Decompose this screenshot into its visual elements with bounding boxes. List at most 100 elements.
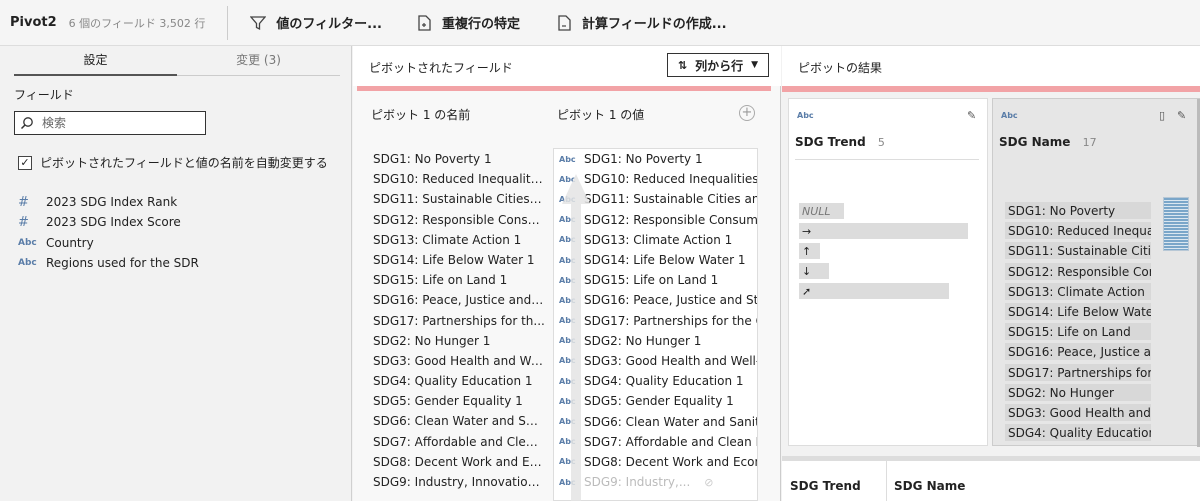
add-pivot-icon[interactable]: +: [739, 105, 755, 121]
sdg-name-value-item[interactable]: SDG12: Responsible Cons: [1005, 262, 1151, 282]
sdg-name-value-item[interactable]: SDG4: Quality Education: [1005, 423, 1151, 443]
columns-to-rows-label: 列から行: [695, 58, 744, 73]
sdg-name-value-item[interactable]: SDG15: Life on Land: [1005, 322, 1151, 342]
field-item[interactable]: # 2023 SDG Index Rank: [18, 192, 199, 212]
pivot-name-item[interactable]: SDG9: Industry, Innovation ...: [373, 475, 545, 495]
calc-document-icon: [556, 14, 572, 31]
field-name: Regions used for the SDR: [46, 256, 199, 271]
pivot-name-item[interactable]: SDG11: Sustainable Cities a...: [373, 192, 545, 212]
hidden-eye-icon[interactable]: ⊘: [704, 476, 713, 489]
sdg-name-value-label: SDG13: Climate Action: [1008, 284, 1145, 299]
pivot-accent-bar: [357, 86, 771, 91]
pivot-name-item[interactable]: SDG1: No Poverty 1: [373, 152, 545, 172]
pivot-name-item[interactable]: SDG16: Peace, Justice and S...: [373, 293, 545, 313]
auto-rename-checkbox[interactable]: ✓: [18, 155, 32, 170]
identify-duplicates-button[interactable]: 重複行の特定: [416, 13, 520, 32]
pivot-name-item[interactable]: SDG17: Partnerships for th...: [373, 314, 545, 334]
string-type-icon: Abc: [797, 111, 814, 120]
string-type-icon: Abc: [1001, 111, 1018, 120]
create-calculated-field-button[interactable]: 計算フィールドの作成...: [556, 13, 727, 32]
value-frequency-bar: [799, 283, 949, 299]
pivot-name-item[interactable]: SDG6: Clean Water and Sani...: [373, 414, 545, 434]
search-input[interactable]: [42, 116, 192, 130]
grid-column-sdg-trend[interactable]: SDG Trend: [790, 479, 861, 493]
sdg-name-value-item[interactable]: SDG10: Reduced Inequaliti: [1005, 221, 1151, 241]
pivot-value-label: SDG14: Life Below Water 1: [584, 253, 746, 268]
document-icon: [416, 14, 432, 31]
sdg-name-value-item[interactable]: SDG2: No Hunger: [1005, 383, 1151, 403]
pivot-name-item[interactable]: SDG4: Quality Education 1: [373, 374, 545, 394]
sdg-name-value-label: SDG15: Life on Land: [1008, 325, 1131, 340]
columns-to-rows-dropdown[interactable]: ⇅ 列から行 ▼: [667, 53, 769, 77]
pivot-results-header: ピボットの結果: [782, 46, 1200, 86]
auto-rename-label: ピボットされたフィールドと値の名前を自動変更する: [40, 156, 328, 170]
card-value-count: 17: [1082, 136, 1097, 149]
trend-values-list: NULL → ↑ ↓ ➚: [799, 201, 968, 301]
tab-settings[interactable]: 設定: [14, 46, 177, 76]
sdg-name-value-item[interactable]: SDG1: No Poverty: [1005, 201, 1151, 221]
string-type-icon: Abc: [559, 154, 576, 164]
sdg-name-value-item[interactable]: SDG3: Good Health and W: [1005, 403, 1151, 423]
trend-value-item[interactable]: →: [799, 221, 968, 241]
filter-values-label: 値のフィルター...: [276, 17, 382, 32]
data-grid-header: SDG Trend SDG Name: [782, 456, 1200, 501]
trend-value-item[interactable]: ↑: [799, 241, 831, 261]
number-type-icon: #: [18, 214, 29, 230]
field-item[interactable]: Abc Regions used for the SDR: [18, 253, 199, 273]
pivot-value-item[interactable]: Abc SDG1: No Poverty 1: [554, 149, 757, 169]
trend-value-label: ↑: [802, 244, 812, 258]
pivot-name-item[interactable]: SDG2: No Hunger 1: [373, 334, 545, 354]
card-field-label: SDG Name: [999, 135, 1071, 149]
sdg-name-value-item[interactable]: SDG14: Life Below Water: [1005, 302, 1151, 322]
pivot-value-label: SDG5: Gender Equality 1: [584, 394, 734, 409]
pivot-name-item[interactable]: SDG8: Decent Work and Eco...: [373, 455, 545, 475]
trend-value-item[interactable]: ➚: [799, 281, 949, 301]
auto-rename-option[interactable]: ✓ ピボットされたフィールドと値の名前を自動変更する: [18, 154, 328, 171]
profile-card-sdg-trend[interactable]: Abc ✎ SDG Trend 5 NULL → ↑ ↓ ➚: [788, 98, 988, 446]
pivot-value-label: SDG7: Affordable and Clean Er: [584, 434, 758, 449]
distribution-histogram: [1163, 197, 1189, 251]
field-item[interactable]: Abc Country: [18, 233, 199, 253]
step-title: Pivot2: [10, 15, 57, 30]
tab-changes[interactable]: 変更 (3): [177, 46, 340, 76]
sdg-name-value-item[interactable]: SDG11: Sustainable Cities: [1005, 241, 1151, 261]
trend-value-item[interactable]: ↓: [799, 261, 831, 281]
pivot-name-item[interactable]: SDG5: Gender Equality 1: [373, 394, 545, 414]
panel-tabs: 設定 変更 (3): [14, 46, 340, 76]
pivot-name-item[interactable]: SDG7: Affordable and Clean ...: [373, 435, 545, 455]
drop-arrow-icon: [562, 174, 590, 501]
sdg-name-value-item[interactable]: SDG17: Partnerships for t: [1005, 363, 1151, 383]
filter-values-button[interactable]: 値のフィルター...: [250, 13, 382, 32]
create-calculated-field-label: 計算フィールドの作成...: [582, 17, 727, 32]
pivot-name-item[interactable]: SDG13: Climate Action 1: [373, 233, 545, 253]
card-value-count: 5: [877, 136, 885, 149]
pivot-value-label: SDG15: Life on Land 1: [584, 273, 719, 288]
trend-value-item[interactable]: NULL: [799, 201, 844, 221]
field-search[interactable]: [14, 111, 206, 135]
pivot-name-item[interactable]: SDG3: Good Health and Wel...: [373, 354, 545, 374]
sdg-name-value-item[interactable]: SDG13: Climate Action: [1005, 282, 1151, 302]
edit-icon[interactable]: ✎: [1177, 109, 1186, 122]
pivot-name-item[interactable]: SDG15: Life on Land 1: [373, 273, 545, 293]
field-name: 2023 SDG Index Rank: [46, 195, 178, 210]
sdg-name-value-label: SDG11: Sustainable Cities: [1008, 244, 1151, 259]
edit-icon[interactable]: ✎: [967, 109, 976, 122]
trend-value-label: NULL: [802, 204, 831, 218]
document-icon[interactable]: ▯: [1159, 109, 1165, 122]
pivoted-fields-panel: ピボットされたフィールド ⇅ 列から行 ▼ ピボット 1 の名前 ピボット 1 …: [353, 46, 781, 501]
fields-section-label: フィールド: [14, 88, 74, 102]
pivoted-fields-header: ピボットされたフィールド ⇅ 列から行 ▼: [353, 46, 781, 86]
pivot-name-item[interactable]: SDG12: Responsible Consu...: [373, 213, 545, 233]
search-icon: [20, 116, 34, 130]
pivot-value-label: SDG11: Sustainable Cities and: [584, 192, 758, 207]
pivot-name-item[interactable]: SDG10: Reduced Inequalitie...: [373, 172, 545, 192]
sdg-name-value-label: SDG14: Life Below Water: [1008, 305, 1151, 320]
profile-card-sdg-name[interactable]: Abc ▯ ✎ SDG Name 17 SDG1: No Poverty SDG1…: [992, 98, 1200, 447]
pivot-name-item[interactable]: SDG14: Life Below Water 1: [373, 253, 545, 273]
number-type-icon: #: [18, 194, 29, 210]
grid-column-sdg-name[interactable]: SDG Name: [894, 479, 965, 493]
sdg-name-value-label: SDG2: No Hunger: [1008, 385, 1114, 400]
sdg-name-value-item[interactable]: SDG16: Peace, Justice and: [1005, 342, 1151, 362]
pivot-value-label: SDG13: Climate Action 1: [584, 232, 733, 247]
field-item[interactable]: # 2023 SDG Index Score: [18, 212, 199, 232]
